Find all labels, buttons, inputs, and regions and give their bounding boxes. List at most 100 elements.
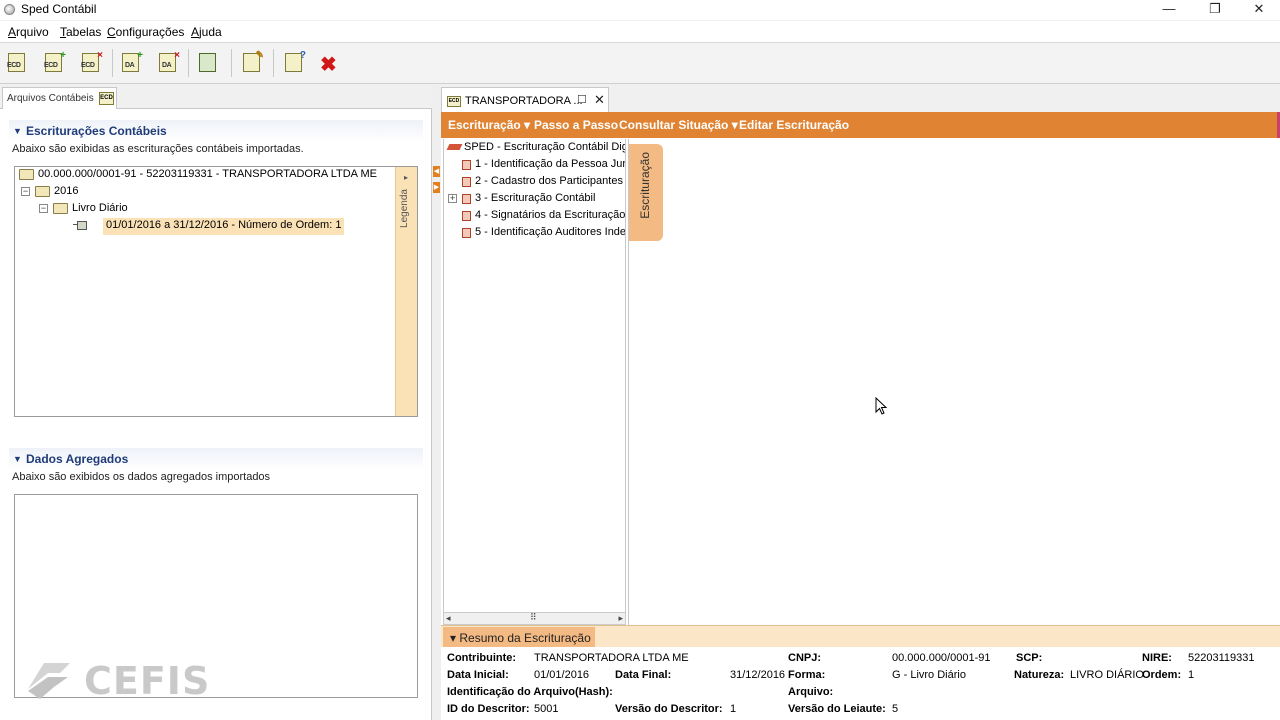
menu-consultar-situacao[interactable]: Consultar Situação ▾	[619, 118, 738, 132]
menu-configuracoes[interactable]: Configurações	[107, 25, 184, 39]
value-contribuinte: TRANSPORTADORA LTDA ME	[534, 652, 689, 664]
section-description: Abaixo são exibidos os dados agregados i…	[12, 471, 271, 483]
label-contribuinte: Contribuinte:	[447, 652, 517, 664]
cefis-watermark: CEFIS	[24, 659, 209, 704]
tab-escrituracao-vertical[interactable]: Escrituração	[629, 144, 663, 241]
value-ordem: 1	[1188, 669, 1195, 681]
menu-ajuda[interactable]: Ajuda	[191, 25, 222, 39]
summary-header: ▾ Resumo da Escrituração	[441, 625, 1280, 648]
menu-arquivo[interactable]: Arquivo	[8, 25, 49, 39]
left-panel: Arquivos Contábeis ECD ▼ Escriturações C…	[0, 85, 432, 720]
navigation-tree: SPED - Escrituração Contábil Digital 1 -…	[443, 139, 626, 623]
value-versao-leiaute: 5	[892, 703, 899, 715]
escrituracoes-tree: 00.000.000/0001-91 - 52203119331 - TRANS…	[14, 166, 418, 417]
plus-icon: +	[137, 50, 143, 61]
chevron-right-icon: ▸	[404, 173, 409, 182]
value-forma: G - Livro Diário	[892, 669, 966, 681]
expand-icon[interactable]: +	[448, 194, 457, 203]
summary-tab[interactable]: ▾ Resumo da Escrituração	[443, 627, 595, 648]
import-icon	[199, 53, 216, 72]
app-icon	[4, 4, 15, 15]
toolbar-separator	[231, 49, 232, 77]
mouse-cursor-icon	[875, 397, 887, 415]
label-ordem: Ordem:	[1142, 669, 1182, 681]
info-button[interactable]: ?	[282, 50, 306, 74]
collapse-arrow-icon[interactable]: ▼	[13, 126, 22, 136]
maximize-tab-icon[interactable]: ☐	[577, 93, 587, 106]
remove-icon: ×	[97, 50, 103, 61]
vertical-tab-label: Escrituração	[638, 152, 652, 219]
tree-node-entry[interactable]: 01/01/2016 a 31/12/2016 - Número de Orde…	[15, 218, 395, 235]
tab-transportadora[interactable]: ECD TRANSPORTADORA ... ☐ ✕	[441, 87, 609, 113]
dados-agregados-header[interactable]: ▼ Dados Agregados	[9, 448, 423, 470]
menu-escrituracao[interactable]: Escrituração ▾	[448, 118, 530, 132]
label-cnpj: CNPJ:	[788, 652, 822, 664]
value-data-inicial: 01/01/2016	[534, 669, 590, 681]
left-tabstrip: Arquivos Contábeis ECD	[0, 85, 432, 109]
menu-tabelas[interactable]: Tabelas	[60, 25, 101, 39]
document-menu-bar: Escrituração ▾ Passo a Passo Consultar S…	[441, 112, 1280, 138]
toolbar-separator	[273, 49, 274, 77]
folder-icon	[19, 169, 34, 180]
book-icon	[462, 211, 471, 221]
escrituracoes-header[interactable]: ▼ Escriturações Contábeis	[9, 120, 423, 142]
watermark-text: CEFIS	[84, 659, 211, 703]
title-bar: Sped Contábil — ❐ ✕	[0, 0, 1280, 20]
close-x-icon[interactable]: ✖	[320, 52, 337, 77]
da-remove-button[interactable]: DA ×	[156, 50, 180, 74]
tab-label: TRANSPORTADORA ...	[465, 95, 583, 107]
window-title: Sped Contábil	[21, 2, 97, 16]
value-id-descritor: 5001	[534, 703, 559, 715]
right-panel: ECD TRANSPORTADORA ... ☐ ✕ Escrituração …	[441, 85, 1280, 720]
pencil-icon: ✎	[255, 50, 264, 61]
legend-label: Legenda	[399, 189, 410, 228]
value-cnpj: 00.000.000/0001-91	[892, 652, 991, 664]
edit-button[interactable]: ✎	[240, 50, 264, 74]
ecd-add-button[interactable]: ECD +	[42, 50, 66, 74]
book-icon	[462, 194, 471, 204]
label-scp: SCP:	[1016, 652, 1043, 664]
legend-toggle[interactable]: ▸ Legenda	[395, 167, 417, 416]
dados-agregados-list	[14, 494, 418, 698]
close-window-button[interactable]: ✕	[1236, 0, 1280, 20]
ecd-open-icon: ECD	[7, 53, 25, 72]
scroll-left-icon[interactable]: ◂	[446, 613, 451, 624]
collapse-icon[interactable]: −	[21, 187, 30, 196]
book-icon	[462, 177, 471, 187]
scroll-right-icon[interactable]: ▸	[618, 613, 623, 624]
close-tab-icon[interactable]: ✕	[594, 92, 605, 108]
toolbar-separator	[112, 49, 113, 77]
restore-button[interactable]: ❐	[1192, 0, 1238, 20]
panel-splitter[interactable]: ◀ ▶	[432, 85, 441, 720]
folder-icon	[53, 203, 68, 214]
menu-bar: Arquivo Tabelas Configurações Ajuda	[0, 21, 1280, 43]
menu-editar-escrituracao[interactable]: Editar Escrituração	[739, 118, 849, 132]
ecd-icon: ECD	[447, 96, 461, 107]
plus-icon: +	[60, 50, 66, 61]
scroll-grip-icon[interactable]: ⠿	[530, 612, 537, 623]
ecd-remove-button[interactable]: ECD ×	[79, 50, 103, 74]
question-icon: ?	[299, 50, 306, 61]
import-button[interactable]	[196, 52, 220, 74]
cefis-logo-icon	[28, 663, 70, 699]
horizontal-scrollbar[interactable]: ◂ ⠿ ▸	[443, 612, 626, 625]
collapse-left-icon[interactable]: ◀	[433, 166, 440, 177]
summary-body: Contribuinte: TRANSPORTADORA LTDA ME CNP…	[441, 647, 1280, 720]
minimize-button[interactable]: —	[1146, 0, 1192, 20]
section-title: Dados Agregados	[26, 452, 129, 466]
expand-right-icon[interactable]: ▶	[433, 182, 440, 193]
value-nire: 52203119331	[1188, 652, 1255, 664]
toolbar: ECD ECD + ECD × DA + DA × ✎ ?	[0, 43, 1280, 84]
book-icon	[462, 160, 471, 170]
tab-arquivos-contabeis[interactable]: Arquivos Contábeis ECD	[2, 87, 117, 109]
sped-icon	[446, 144, 463, 150]
book-icon	[462, 228, 471, 238]
summary-title: ▾ Resumo da Escrituração	[450, 631, 591, 645]
menu-passo-a-passo[interactable]: Passo a Passo	[534, 118, 618, 132]
da-add-button[interactable]: DA +	[119, 50, 143, 74]
collapse-arrow-icon[interactable]: ▼	[13, 454, 22, 464]
label-natureza: Natureza:	[1014, 669, 1065, 681]
collapse-icon[interactable]: −	[39, 204, 48, 213]
value-natureza: LIVRO DIÁRIO	[1070, 669, 1144, 681]
ecd-open-button[interactable]: ECD	[5, 52, 29, 74]
